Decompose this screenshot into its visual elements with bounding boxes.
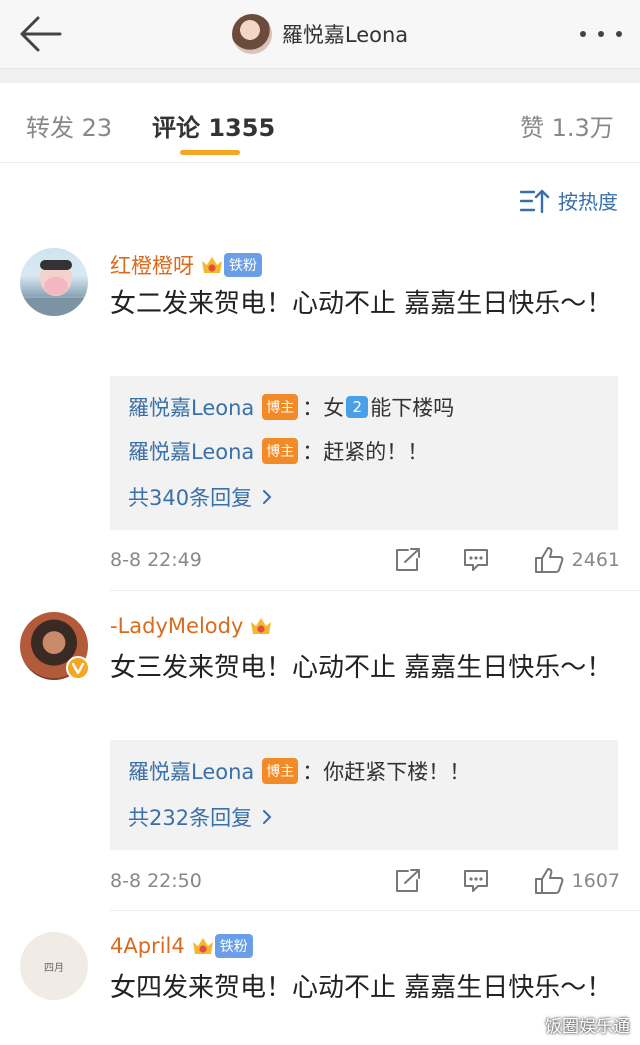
blogger-badge: 博主 — [262, 438, 299, 464]
fan-badge: 铁粉 — [214, 934, 253, 958]
header-title[interactable]: 羅悦嘉Leona — [0, 14, 640, 54]
crown-badge-icon — [251, 618, 272, 634]
active-tab-indicator — [180, 150, 240, 155]
comment-icon — [463, 549, 488, 571]
view-replies-link[interactable]: 共232条回复 — [128, 802, 272, 832]
share-icon — [395, 548, 420, 571]
more-dot-icon — [580, 31, 586, 37]
reply-box[interactable]: 羅悦嘉Leona 博主 ：你赶紧下楼！！ 共232条回复 — [110, 740, 618, 850]
reply-author[interactable]: 羅悦嘉Leona — [128, 392, 254, 422]
share-button[interactable] — [394, 868, 422, 894]
comment-text: 女二发来贺电！心动不止 嘉嘉生日快乐～！ — [110, 289, 613, 319]
top-bar: 羅悦嘉Leona — [0, 0, 640, 68]
share-icon — [395, 869, 420, 892]
sort-icon — [520, 189, 550, 213]
commenter-name[interactable]: 4April4 — [110, 934, 185, 958]
chevron-right-icon — [263, 490, 272, 504]
more-button[interactable] — [580, 24, 622, 44]
comment-header: 4April4 铁粉 — [110, 934, 253, 958]
commenter-name[interactable]: 红橙橙呀 — [110, 250, 194, 280]
avatar-text: 四月 — [44, 962, 64, 974]
comment-header: 红橙橙呀 铁粉 — [110, 250, 262, 280]
divider — [110, 910, 640, 911]
like-button[interactable]: 1607 — [534, 867, 620, 895]
fan-badge: 铁粉 — [224, 253, 262, 277]
like-count: 1607 — [571, 870, 620, 892]
reply-count: 共340条回复 — [128, 486, 253, 510]
thumbs-up-icon — [534, 868, 564, 894]
blogger-badge: 博主 — [262, 758, 299, 784]
tab-comments[interactable]: 评论 1355 — [152, 108, 275, 143]
share-button[interactable] — [394, 547, 422, 573]
reply-line: 羅悦嘉Leona 博主 ：你赶紧下楼！！ — [128, 756, 470, 786]
like-count: 2461 — [571, 549, 620, 571]
comment-header: -LadyMelody — [110, 614, 273, 638]
chevron-right-icon — [263, 810, 272, 824]
divider — [110, 590, 640, 591]
comment-meta: 8-8 22:50 1607 — [110, 866, 620, 896]
reply-author[interactable]: 羅悦嘉Leona — [128, 436, 254, 466]
reply-text: ：赶紧的！！ — [302, 440, 429, 464]
tab-bar: 转发 23 评论 1355 赞 1.3万 — [0, 82, 640, 163]
sort-button[interactable]: 按热度 — [520, 186, 618, 215]
comment-icon — [463, 870, 488, 892]
reply-text-suffix: 能下楼吗 — [370, 396, 455, 420]
reply-button[interactable] — [462, 547, 490, 573]
reply-line: 羅悦嘉Leona 博主 ：女 2 能下楼吗 — [128, 392, 454, 422]
crown-badge-icon — [202, 257, 222, 273]
verified-icon — [66, 656, 90, 680]
blogger-avatar[interactable] — [231, 14, 272, 54]
reply-button[interactable] — [462, 868, 490, 894]
tab-likes[interactable]: 赞 1.3万 — [520, 108, 614, 143]
like-button[interactable]: 2461 — [534, 546, 620, 574]
reply-author[interactable]: 羅悦嘉Leona — [128, 756, 254, 786]
thumbs-up-icon — [534, 547, 564, 573]
commenter-name[interactable]: -LadyMelody — [110, 614, 243, 638]
comment-text: 女四发来贺电！心动不止 嘉嘉生日快乐～！ — [110, 973, 613, 1003]
reply-text-prefix: ：女 — [302, 396, 345, 420]
section-gap — [0, 68, 640, 83]
page-title: 羅悦嘉Leona — [281, 23, 409, 47]
avatar-image — [24, 260, 84, 316]
comment-text: 女三发来贺电！心动不止 嘉嘉生日快乐～！ — [110, 653, 613, 683]
more-dot-icon — [598, 31, 604, 37]
number-emoji: 2 — [346, 396, 369, 418]
view-replies-link[interactable]: 共340条回复 — [128, 482, 272, 512]
comment-meta: 8-8 22:49 2461 — [110, 545, 620, 575]
commenter-avatar[interactable] — [20, 248, 88, 316]
comment-time: 8-8 22:49 — [110, 549, 202, 571]
reply-line: 羅悦嘉Leona 博主 ：赶紧的！！ — [128, 436, 428, 466]
more-dot-icon — [616, 31, 622, 37]
blogger-badge: 博主 — [262, 394, 299, 420]
tab-reposts[interactable]: 转发 23 — [26, 108, 112, 143]
watermark: 饭圈娱乐通 — [545, 1017, 630, 1037]
commenter-avatar[interactable]: 四月 — [20, 932, 88, 1000]
sort-label: 按热度 — [558, 190, 618, 214]
reply-box[interactable]: 羅悦嘉Leona 博主 ：女 2 能下楼吗 羅悦嘉Leona 博主 ：赶紧的！！… — [110, 376, 618, 530]
reply-count: 共232条回复 — [128, 806, 253, 830]
crown-badge-icon — [192, 938, 213, 954]
comment-time: 8-8 22:50 — [110, 870, 202, 892]
reply-text: ：你赶紧下楼！！ — [302, 760, 471, 784]
